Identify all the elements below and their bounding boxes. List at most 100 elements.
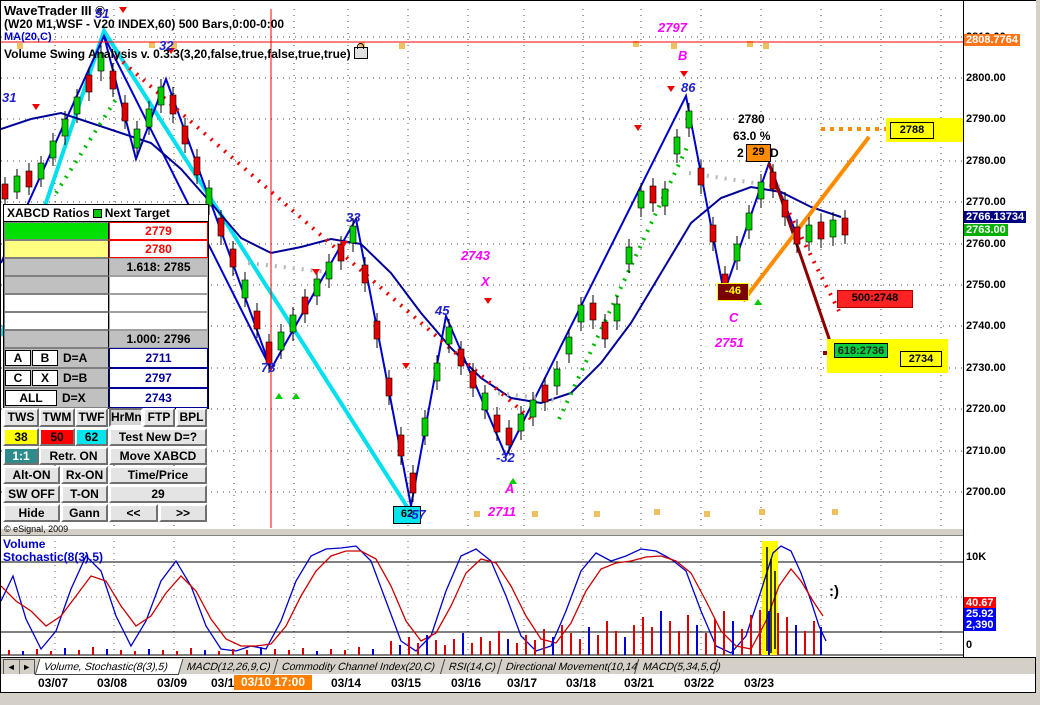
down-triangle-marker	[312, 269, 320, 275]
date-tick-0307: 03/07	[38, 676, 69, 690]
candle	[637, 190, 645, 209]
chart-annotation-32: 32	[159, 38, 174, 53]
candle	[577, 304, 585, 323]
panel-button-test-new-d-[interactable]: Test New D=?	[109, 428, 207, 446]
candle	[121, 102, 129, 122]
chart-annotation-c: C	[729, 310, 739, 325]
panel-button-38[interactable]: 38	[3, 428, 39, 446]
panel-button-ftp[interactable]: FTP	[143, 408, 175, 427]
candle	[781, 199, 789, 218]
ratio-row[interactable]: 1.000: 2796	[4, 330, 208, 348]
candle	[709, 224, 717, 243]
candle	[613, 303, 621, 322]
tab-macd-5-34-5-c-[interactable]: MACD(5,34,5,C)	[633, 659, 722, 675]
tab-scroll-right-icon[interactable]: ►	[20, 660, 35, 675]
panel-button-1-1[interactable]: 1:1	[3, 447, 39, 465]
ratio-row[interactable]	[4, 276, 208, 294]
ma-study-label: MA(20,C)	[4, 31, 52, 43]
tab-macd-12-26-9-c-[interactable]: MACD(12,26,9,C)	[177, 659, 279, 675]
target-value: 1.618: 2785	[109, 258, 208, 276]
chart-annotation-: :)	[829, 583, 839, 600]
candle	[349, 225, 357, 244]
point-toggle-all[interactable]: ALL	[5, 390, 57, 406]
tab-label: Directional Movement(10,14)	[504, 661, 643, 673]
candle	[733, 243, 741, 262]
candle	[457, 348, 465, 367]
point-toggle-x[interactable]: X	[32, 370, 58, 386]
candle	[529, 399, 537, 418]
down-triangle-marker	[119, 7, 127, 13]
ratio-row[interactable]: 2779	[4, 222, 208, 240]
axis-price-label: 2740.00	[966, 320, 1006, 332]
axis-value-badge: 2766.13734	[964, 211, 1027, 223]
panel-button-time-price[interactable]: Time/Price	[109, 466, 207, 484]
panel-button-twm[interactable]: TWM	[39, 408, 75, 427]
target-value	[109, 294, 208, 312]
candle	[625, 246, 633, 265]
panel-button-tws[interactable]: TWS	[3, 408, 39, 427]
panel-button-alt-on[interactable]: Alt-ON	[3, 466, 60, 484]
point-row: C X D=B 2797	[4, 368, 208, 388]
candle	[85, 74, 93, 93]
candle	[565, 336, 573, 355]
point-row: A B D=A 2711	[4, 348, 208, 368]
panel-button--[interactable]: <<	[109, 504, 158, 522]
panel-button-twf[interactable]: TWF	[75, 408, 108, 427]
panel-splitter[interactable]	[1, 528, 963, 536]
tab-scroll-left-icon[interactable]: ◄	[4, 660, 20, 675]
candle	[553, 368, 561, 387]
candle	[769, 171, 777, 190]
up-triangle-marker	[754, 299, 762, 305]
panel-button-hrmn[interactable]: HrMn	[109, 408, 143, 427]
panel-button--[interactable]: >>	[159, 504, 207, 522]
volume-panel-label: Volume	[3, 537, 46, 551]
point-toggle-b[interactable]: B	[32, 350, 58, 366]
panel-button-move-xabcd[interactable]: Move XABCD	[109, 447, 207, 465]
panel-button-50[interactable]: 50	[39, 428, 75, 446]
ratio-row[interactable]	[4, 294, 208, 312]
ratio-row[interactable]: 2780	[4, 240, 208, 258]
green-square-icon[interactable]	[92, 208, 102, 218]
date-axis[interactable]: 03/07 03/08 03/09 03/10 03/14 03/15 03/16 03/17…	[1, 674, 1035, 692]
price-axis[interactable]: 2810.002800.002790.002780.002770.002760.…	[963, 1, 1036, 657]
point-toggle-c[interactable]: C	[5, 370, 31, 386]
point-price: 2797	[109, 368, 208, 388]
copyright: © eSignal, 2009	[4, 524, 69, 534]
panel-button-sw-off[interactable]: SW OFF	[3, 485, 60, 503]
chart-annotation-x: X	[481, 274, 490, 289]
panel-button-29[interactable]: 29	[109, 485, 207, 503]
panel-button-rx-on[interactable]: Rx-ON	[61, 466, 108, 484]
up-triangle-marker	[292, 393, 300, 399]
ratio-row[interactable]	[4, 312, 208, 330]
tab-volume-stochastic-8-3-5-[interactable]: Volume, Stochastic(8(3),5)	[34, 659, 184, 675]
chart-annotation-2: 2	[737, 146, 744, 160]
tab-commodity-channel-index-20-c-[interactable]: Commodity Channel Index(20,C)	[272, 659, 446, 675]
tab-label: Commodity Channel Index(20,C)	[280, 661, 437, 673]
chart-annotation-32: -32	[496, 450, 515, 465]
candle	[481, 392, 489, 411]
candle	[133, 128, 141, 149]
panel-button-gann[interactable]: Gann	[61, 504, 108, 522]
date-tick-0317: 03/17	[507, 676, 538, 690]
panel-button-hide[interactable]: Hide	[3, 504, 60, 522]
panel-button-t-on[interactable]: T-ON	[61, 485, 108, 503]
tab-rsi-14-c-[interactable]: RSI(14,C)	[439, 659, 503, 675]
target-callout-2734: 2734	[900, 351, 942, 367]
ratio-row[interactable]: 1.618: 2785	[4, 258, 208, 276]
chart-line	[557, 142, 691, 420]
candle	[589, 302, 597, 321]
lock-icon[interactable]	[353, 43, 368, 59]
symbol-info: (W20 M1,WSF - V20 INDEX,60) 500 Bars,0:0…	[4, 17, 285, 31]
xabcd-ratios-table: XABCD Ratios Next Target 2779 2780 1.618: …	[3, 204, 209, 409]
target-callout-5002748: 500:2748	[837, 290, 913, 308]
candle	[253, 310, 261, 330]
d-equals-label: D=A	[63, 351, 88, 365]
candle	[697, 167, 705, 186]
next-target-title: Next Target	[104, 206, 170, 220]
tab-directional-movement-10-14-[interactable]: Directional Movement(10,14)	[496, 659, 643, 675]
panel-button-62[interactable]: 62	[75, 428, 108, 446]
panel-button-retr-on[interactable]: Retr. ON	[39, 447, 108, 465]
point-price: 2743	[109, 388, 208, 408]
panel-button-bpl[interactable]: BPL	[176, 408, 207, 427]
point-toggle-a[interactable]: A	[5, 350, 31, 366]
